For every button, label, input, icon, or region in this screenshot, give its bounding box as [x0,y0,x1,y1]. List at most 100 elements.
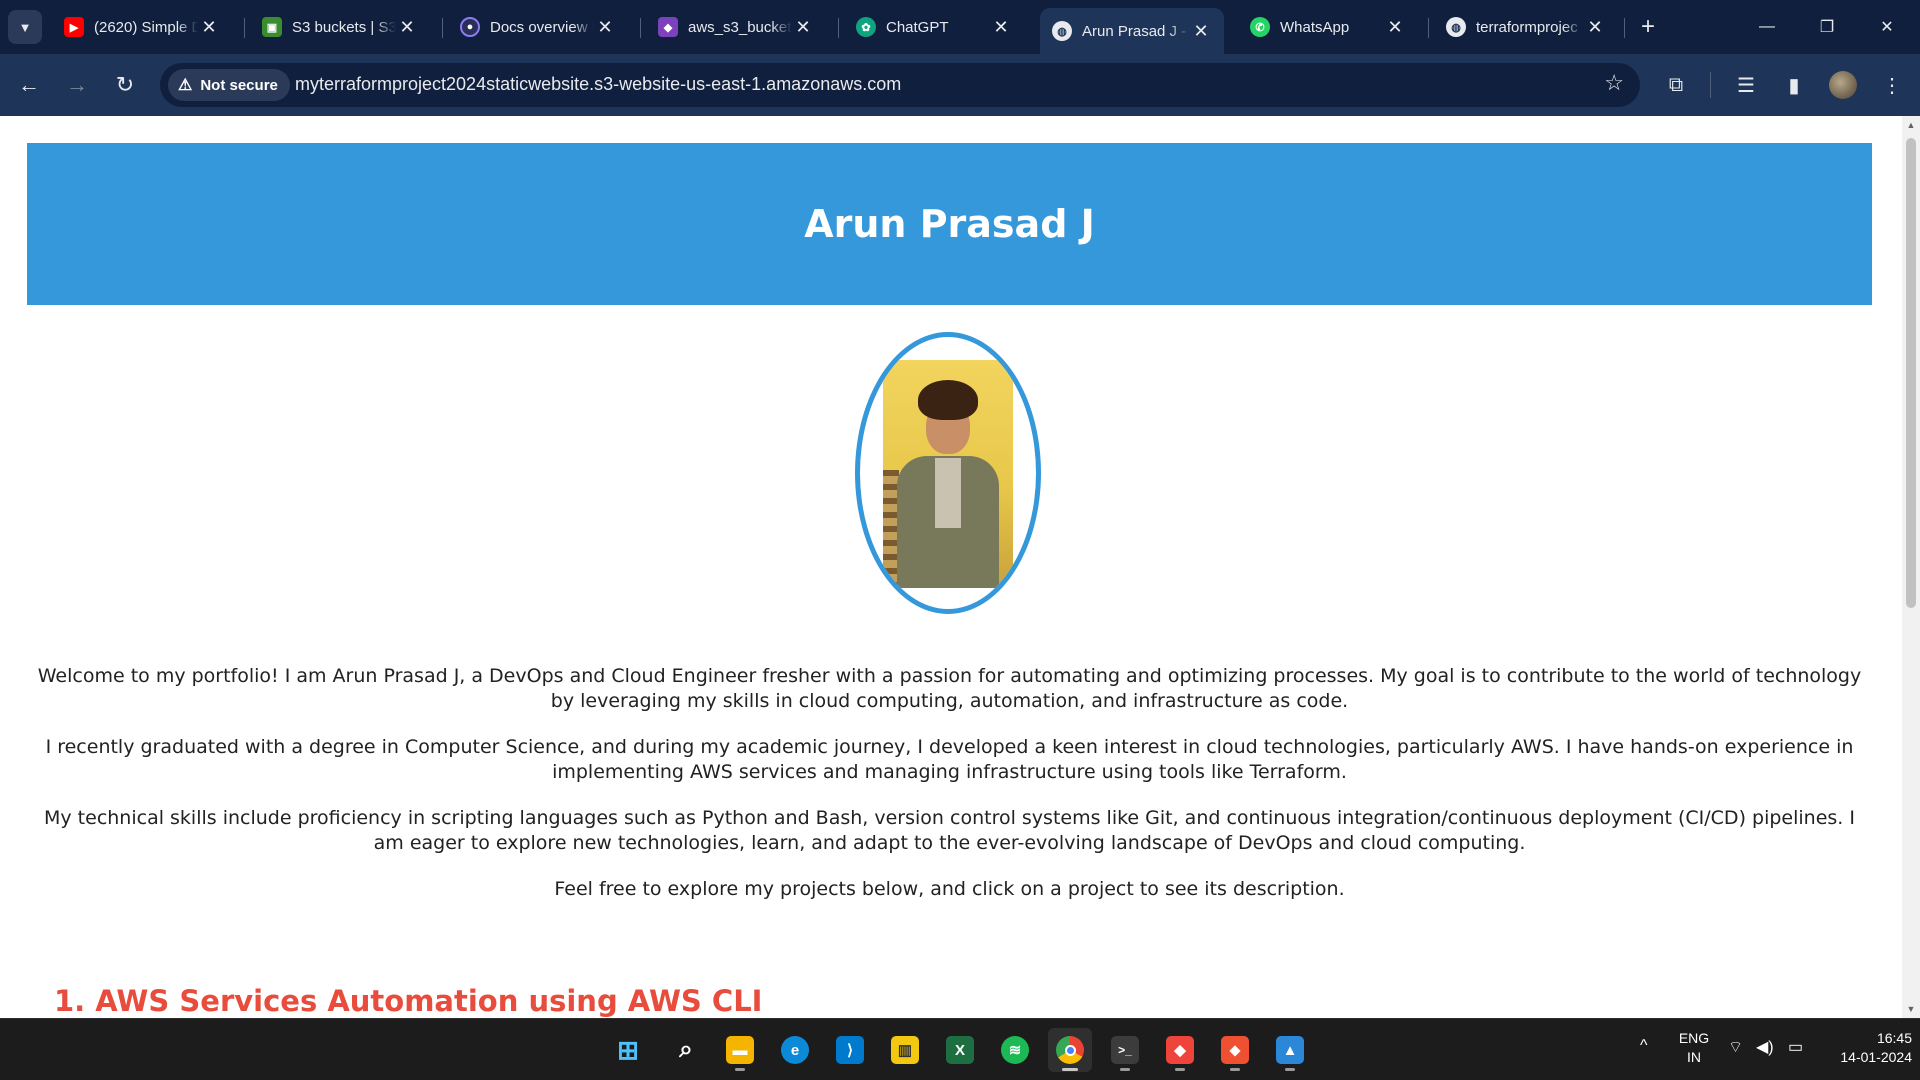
extensions-button[interactable]: ⧉ [1659,68,1693,102]
globe-icon: ◍ [1446,17,1466,37]
scroll-down-icon[interactable]: ▼ [1906,1004,1916,1014]
git-button[interactable]: ⬥ [1213,1028,1257,1072]
tab-separator [1624,18,1625,38]
close-window-button[interactable]: ✕ [1864,10,1910,44]
edge-button[interactable]: e [773,1028,817,1072]
spotify-button[interactable]: ≋ [993,1028,1037,1072]
terraform-docs-icon: ● [460,17,480,37]
tab-portfolio-active[interactable]: ◍ Arun Prasad J - ✕ [1040,8,1224,54]
anydesk-button[interactable]: ◆ [1158,1028,1202,1072]
tab-youtube[interactable]: ▶ (2620) Simple D ✕ [52,8,232,46]
terraform-icon: ◆ [658,17,678,37]
running-indicator [735,1068,745,1071]
running-indicator [1285,1068,1295,1071]
tab-title: S3 buckets | S3 [292,18,396,36]
vscode-button[interactable]: ⟩ [828,1028,872,1072]
forward-button[interactable]: → [58,66,96,104]
scroll-up-icon[interactable]: ▲ [1906,120,1916,130]
tab-chatgpt[interactable]: ✿ ChatGPT ✕ [844,8,1024,46]
close-icon[interactable]: ✕ [1384,17,1406,38]
close-icon[interactable]: ✕ [990,17,1012,38]
close-icon[interactable]: ✕ [594,17,616,38]
region-label: IN [1687,1049,1701,1065]
tab-separator [838,18,839,38]
tab-title: ChatGPT [886,18,949,36]
minimize-icon: — [1759,18,1775,35]
back-button[interactable]: ← [10,66,48,104]
site-header: Arun Prasad J [27,143,1872,305]
restore-button[interactable]: ❐ [1804,10,1850,44]
url-text[interactable]: myterraformproject2024staticwebsite.s3-w… [295,74,901,95]
close-icon[interactable]: ✕ [1584,17,1606,38]
vscode-icon: ⟩ [836,1036,864,1064]
close-icon[interactable]: ✕ [792,17,814,38]
close-icon[interactable]: ✕ [198,17,220,38]
chrome-button[interactable] [1048,1028,1092,1072]
terminal-button[interactable]: >_ [1103,1028,1147,1072]
scroll-thumb[interactable] [1906,138,1916,608]
close-icon[interactable]: ✕ [396,17,418,38]
chrome-menu-button[interactable]: ⋮ [1875,68,1909,102]
plus-icon: + [1640,13,1655,40]
windows-taskbar: ⊞ ⌕ ▬ e ⟩ ▥ X ≋ >_ ◆ ⬥ ▲ [0,1018,1920,1080]
tab-separator [442,18,443,38]
whatsapp-icon: ✆ [1250,17,1270,37]
tab-separator [1428,18,1429,38]
profile-avatar[interactable] [1829,71,1857,99]
tab-terraformproject[interactable]: ◍ terraformprojec ✕ [1434,8,1618,46]
close-icon[interactable]: ✕ [1190,21,1212,42]
file-explorer-button[interactable]: ▬ [718,1028,762,1072]
tab-strip: ▼ ▶ (2620) Simple D ✕ ▣ S3 buckets | S3 … [0,0,1920,54]
photo-shirt [935,458,961,528]
security-indicator[interactable]: ⚠ Not secure [168,69,290,101]
bookmark-star-icon[interactable]: ☆ [1604,70,1624,96]
tab-whatsapp[interactable]: ✆ WhatsApp ✕ [1238,8,1418,46]
more-vertical-icon: ⋮ [1882,74,1902,97]
browser-toolbar: ← → ↻ ⚠ Not secure myterraformproject202… [0,54,1920,116]
clock[interactable]: 16:45 14-01-2024 [1822,1029,1912,1067]
media-controls-button[interactable]: ☰ [1729,68,1763,102]
security-label: Not secure [200,76,278,94]
search-icon: ⌕ [679,1036,693,1063]
tab-title: (2620) Simple D [94,18,198,36]
address-bar[interactable]: ⚠ Not secure myterraformproject2024stati… [160,63,1640,107]
power-bi-button[interactable]: ▥ [883,1028,927,1072]
search-button[interactable]: ⌕ [664,1028,708,1072]
excel-button[interactable]: X [938,1028,982,1072]
reload-button[interactable]: ↻ [106,66,144,104]
side-panel-icon: ▮ [1788,74,1800,97]
tab-aws-s3-bucket[interactable]: ◆ aws_s3_bucket ✕ [646,8,826,46]
profile-photo [883,360,1013,588]
aws-s3-icon: ▣ [262,17,282,37]
running-indicator [1175,1068,1185,1071]
photo-hair [918,380,978,420]
tab-s3-buckets[interactable]: ▣ S3 buckets | S3 ✕ [250,8,430,46]
photos-button[interactable]: ▲ [1268,1028,1312,1072]
tab-title: WhatsApp [1280,18,1350,36]
tab-title: aws_s3_bucket [688,18,792,36]
git-icon: ⬥ [1221,1036,1249,1064]
wifi-icon[interactable]: ⌔ [1728,1037,1743,1057]
new-tab-button[interactable]: + [1633,12,1663,42]
tab-docs-overview[interactable]: ● Docs overview | ✕ [448,8,628,46]
close-icon: ✕ [1880,19,1894,36]
tab-search-button[interactable]: ▼ [8,10,42,44]
start-button[interactable]: ⊞ [606,1028,650,1072]
minimize-button[interactable]: — [1744,10,1790,44]
anydesk-icon: ◆ [1166,1036,1194,1064]
reload-icon: ↻ [115,72,135,97]
edge-icon: e [781,1036,809,1064]
side-panel-button[interactable]: ▮ [1777,68,1811,102]
page-scrollbar[interactable]: ▲ ▼ [1902,116,1920,1018]
chatgpt-icon: ✿ [856,17,876,37]
page-viewport: Arun Prasad J Welcome to my portfolio! I… [0,116,1902,1018]
battery-icon[interactable]: ▭ [1788,1037,1803,1057]
project-heading[interactable]: 1. AWS Services Automation using AWS CLI [54,984,762,1018]
language-indicator[interactable]: ENG IN [1672,1029,1716,1067]
intro-paragraph: I recently graduated with a degree in Co… [45,736,1854,783]
language-label: ENG [1678,1030,1710,1046]
restore-icon: ❐ [1819,19,1835,36]
windows-icon: ⊞ [617,1034,639,1065]
volume-icon[interactable]: ◀) [1756,1037,1774,1057]
chevron-up-icon[interactable]: ^ [1640,1037,1648,1055]
